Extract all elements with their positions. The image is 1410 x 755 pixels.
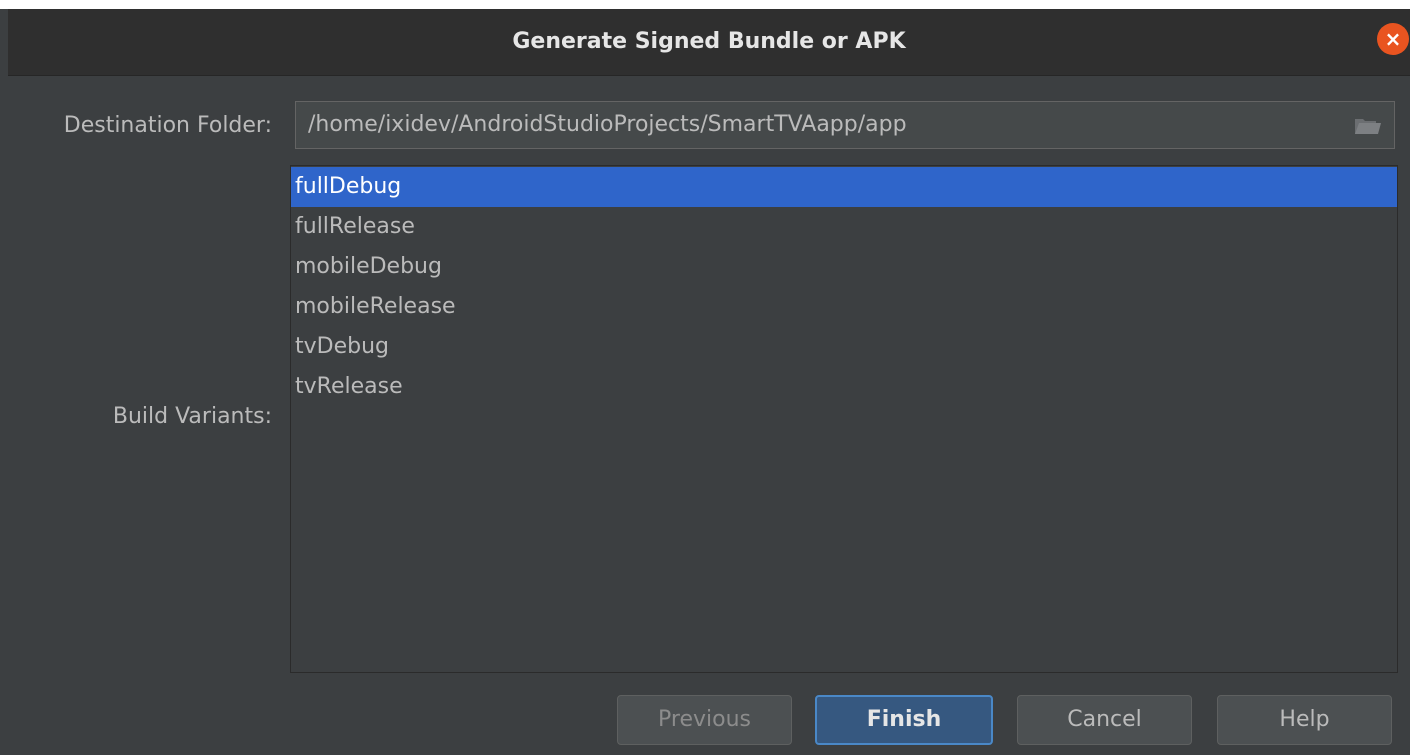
- variant-item-fullDebug[interactable]: fullDebug: [291, 167, 1397, 207]
- dialog-window: Generate Signed Bundle or APK × Destinat…: [0, 0, 1410, 755]
- title-bar: Generate Signed Bundle or APK ×: [8, 9, 1410, 76]
- variant-item-mobileRelease[interactable]: mobileRelease: [291, 287, 1397, 327]
- previous-button[interactable]: Previous: [617, 695, 792, 745]
- build-variants-label: Build Variants:: [112, 404, 272, 429]
- destination-folder-label: Destination Folder:: [63, 113, 272, 138]
- finish-button[interactable]: Finish: [815, 695, 993, 745]
- variant-item-fullRelease[interactable]: fullRelease: [291, 207, 1397, 247]
- folder-icon[interactable]: [1354, 116, 1382, 136]
- close-button[interactable]: ×: [1377, 23, 1409, 55]
- variant-item-mobileDebug[interactable]: mobileDebug: [291, 247, 1397, 287]
- destination-folder-value[interactable]: /home/ixidev/AndroidStudioProjects/Smart…: [308, 102, 907, 148]
- build-variants-list[interactable]: fullDebug fullRelease mobileDebug mobile…: [290, 165, 1398, 673]
- variant-item-tvDebug[interactable]: tvDebug: [291, 327, 1397, 367]
- variant-item-tvRelease[interactable]: tvRelease: [291, 367, 1397, 407]
- dialog-title: Generate Signed Bundle or APK: [512, 29, 906, 54]
- window-top-edge: [0, 0, 1410, 9]
- help-button[interactable]: Help: [1217, 695, 1392, 745]
- cancel-button[interactable]: Cancel: [1017, 695, 1192, 745]
- destination-folder-field[interactable]: /home/ixidev/AndroidStudioProjects/Smart…: [295, 101, 1395, 149]
